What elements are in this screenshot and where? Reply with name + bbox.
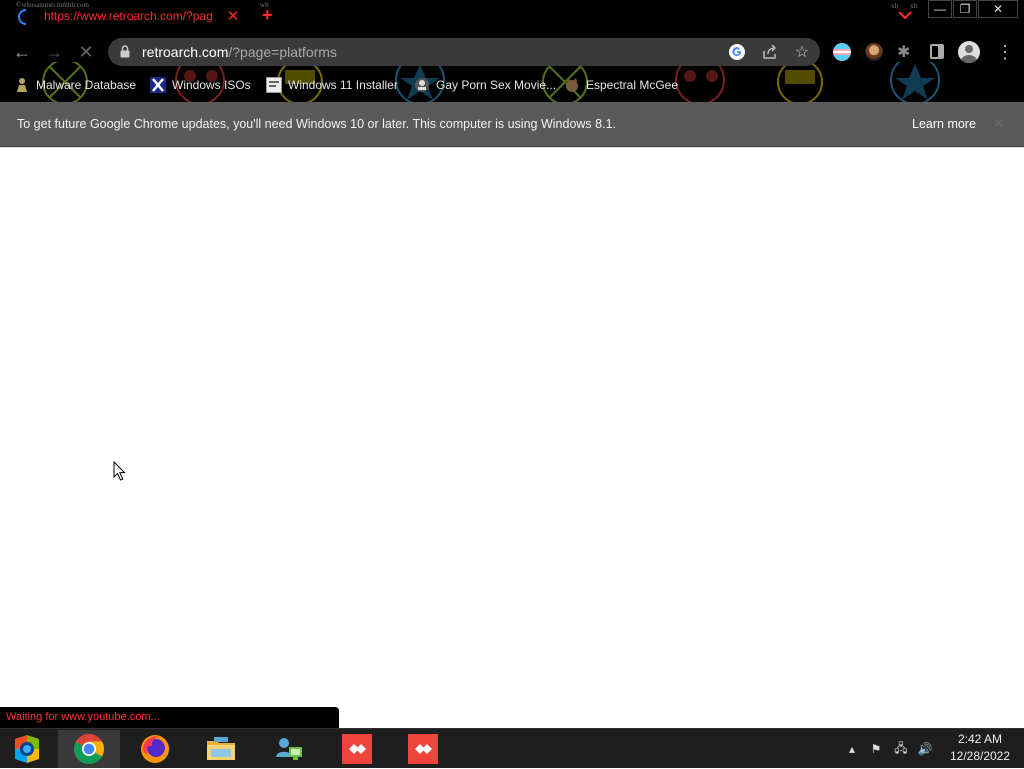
bookmark-espectral-mcgee[interactable]: Espectral McGee [564,75,678,95]
taskbar: ▴ ⚑ 🖧 🔊 2:42 AM 12/28/2022 [0,728,1024,768]
bookmark-windows-isos[interactable]: Windows ISOs [150,75,251,95]
side-panel-icon[interactable] [930,44,944,59]
file-explorer-icon [207,737,235,760]
tray-overflow-chevron-icon[interactable]: ▴ [845,729,859,769]
back-button[interactable]: ← [10,40,34,64]
bookmark-label: Espectral McGee [586,78,679,92]
new-tab-button[interactable]: + [262,6,273,24]
tab-title: https://www.retroarch.com/?pag [44,9,213,23]
taskbar-file-explorer[interactable] [190,730,252,768]
bookmark-label: Windows ISOs [172,78,251,92]
share-icon[interactable] [761,43,779,61]
loading-spinner-icon [18,9,27,25]
tab-search-chevron-icon[interactable] [896,8,914,22]
taskbar-media-center[interactable] [0,730,58,768]
url-path: /?page=platforms [228,44,337,60]
stop-loading-button[interactable]: ✕ [74,40,98,64]
bookmarks-bar: Malware Database Windows ISOs Windows 11… [0,72,1024,98]
site-icon [415,78,429,92]
x-logo-icon [150,77,166,93]
update-infobar: To get future Google Chrome updates, you… [0,102,1024,147]
mouse-cursor-icon [113,461,126,481]
google-lens-icon[interactable] [728,43,746,61]
clock-date: 12/28/2022 [949,749,1011,763]
taskbar-chrome[interactable] [58,730,120,768]
tab-close-icon[interactable]: ✕ [225,7,241,25]
status-text: Waiting for www.youtube.com... [6,711,160,723]
chrome-icon [73,734,105,765]
lock-icon[interactable] [120,45,130,58]
infobar-close-icon[interactable]: ✕ [993,115,1005,132]
warning-person-icon [17,78,27,92]
network-icon[interactable]: 🖧 [891,729,911,769]
infobar-message: To get future Google Chrome updates, you… [17,117,616,131]
bookmark-malware-database[interactable]: Malware Database [14,75,136,95]
clock[interactable]: 2:42 AM 12/28/2022 [940,731,1020,765]
anydesk-icon [408,734,438,764]
kebab-menu-icon[interactable]: ⋮ [996,41,1014,63]
url-host: retroarch.com [142,44,229,60]
profile-icon[interactable] [958,41,980,63]
bookmark-windows-11-installer[interactable]: Windows 11 Installer [266,75,398,95]
trans-flag-extension-icon[interactable] [833,43,851,61]
bookmark-label: Malware Database [36,78,137,92]
url-text[interactable]: retroarch.com/?page=platforms [142,44,337,60]
anydesk-icon [342,734,372,764]
forward-button[interactable]: → [42,40,66,64]
media-center-icon [15,735,39,763]
bookmark-label: Windows 11 Installer [288,78,398,92]
cat-icon [566,78,578,92]
clock-time: 2:42 AM [957,732,1003,746]
puzzle-extensions-icon[interactable]: ✱ [897,42,915,61]
installer-icon [266,77,282,93]
taskbar-network-people[interactable] [258,730,320,768]
browser-chrome: ©whosammer.tumblr.com wlt https://www.re… [0,0,1024,102]
taskbar-anydesk-1[interactable] [326,730,388,768]
tab-strip: ©whosammer.tumblr.com wlt https://www.re… [0,0,1024,32]
close-window-button[interactable]: ✕ [978,0,1018,18]
address-bar[interactable]: retroarch.com/?page=platforms ☆ [108,38,820,66]
taskbar-anydesk-2[interactable] [392,730,454,768]
action-center-flag-icon[interactable]: ⚑ [866,729,886,769]
status-bubble: Waiting for www.youtube.com... [0,707,339,728]
volume-icon[interactable]: 🔊 [915,729,935,769]
star-icon[interactable]: ☆ [793,43,811,61]
page-content[interactable] [0,148,1024,728]
avatar-extension-icon[interactable] [865,43,883,61]
network-people-icon [276,738,302,760]
bookmark-site[interactable]: Gay Porn Sex Movie... [414,75,556,95]
bookmark-label: Gay Porn Sex Movie... [436,78,557,92]
tab-retroarch[interactable]: https://www.retroarch.com/?pag ✕ [8,4,248,32]
toolbar: ← → ✕ retroarch.com/?page=platforms ☆ ✱ … [0,36,1024,68]
restore-button[interactable]: ❐ [953,0,977,18]
learn-more-link[interactable]: Learn more [912,117,976,131]
firefox-icon [141,735,169,763]
taskbar-firefox[interactable] [124,730,186,768]
minimize-button[interactable]: — [928,0,952,18]
